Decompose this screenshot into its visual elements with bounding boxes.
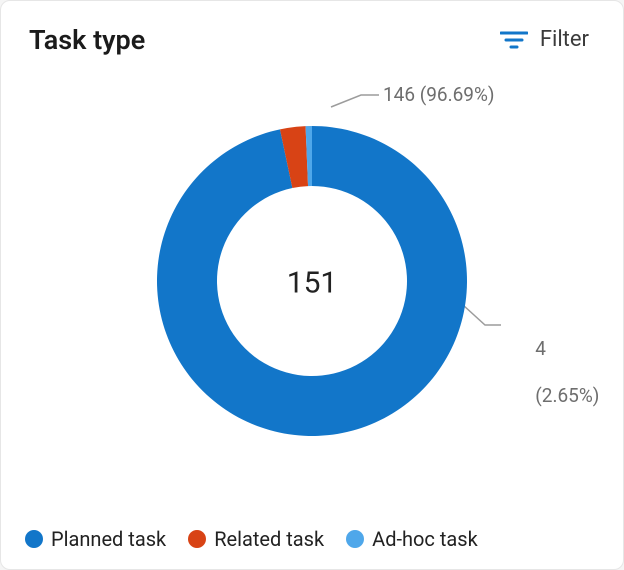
filter-label: Filter <box>540 27 589 52</box>
legend-label-adhoc: Ad-hoc task <box>372 527 478 551</box>
callout-top: 146 (96.69%) <box>383 83 495 107</box>
card-header: Task type Filter <box>1 1 623 56</box>
swatch-related <box>188 530 206 548</box>
donut-chart: 146 (96.69%) 4 (2.65%) 151 <box>1 71 623 495</box>
callout-right-percent: (2.65%) <box>535 384 599 407</box>
callout-right: 4 (2.65%) <box>507 313 599 432</box>
swatch-adhoc <box>346 530 364 548</box>
callout-right-value: 4 <box>535 337 546 360</box>
card-title: Task type <box>29 24 145 56</box>
legend-item-adhoc[interactable]: Ad-hoc task <box>346 527 478 551</box>
filter-button[interactable]: Filter <box>494 23 595 56</box>
swatch-planned <box>25 530 43 548</box>
legend-item-planned[interactable]: Planned task <box>25 527 166 551</box>
task-type-card: Task type Filter 146 (96.69%) 4 (2.65%) <box>0 0 624 570</box>
legend-label-planned: Planned task <box>51 527 166 551</box>
legend-label-related: Related task <box>214 527 324 551</box>
legend-item-related[interactable]: Related task <box>188 527 324 551</box>
filter-icon <box>500 30 528 50</box>
legend: Planned task Related task Ad-hoc task <box>1 527 623 551</box>
donut-center-total: 151 <box>287 266 338 301</box>
